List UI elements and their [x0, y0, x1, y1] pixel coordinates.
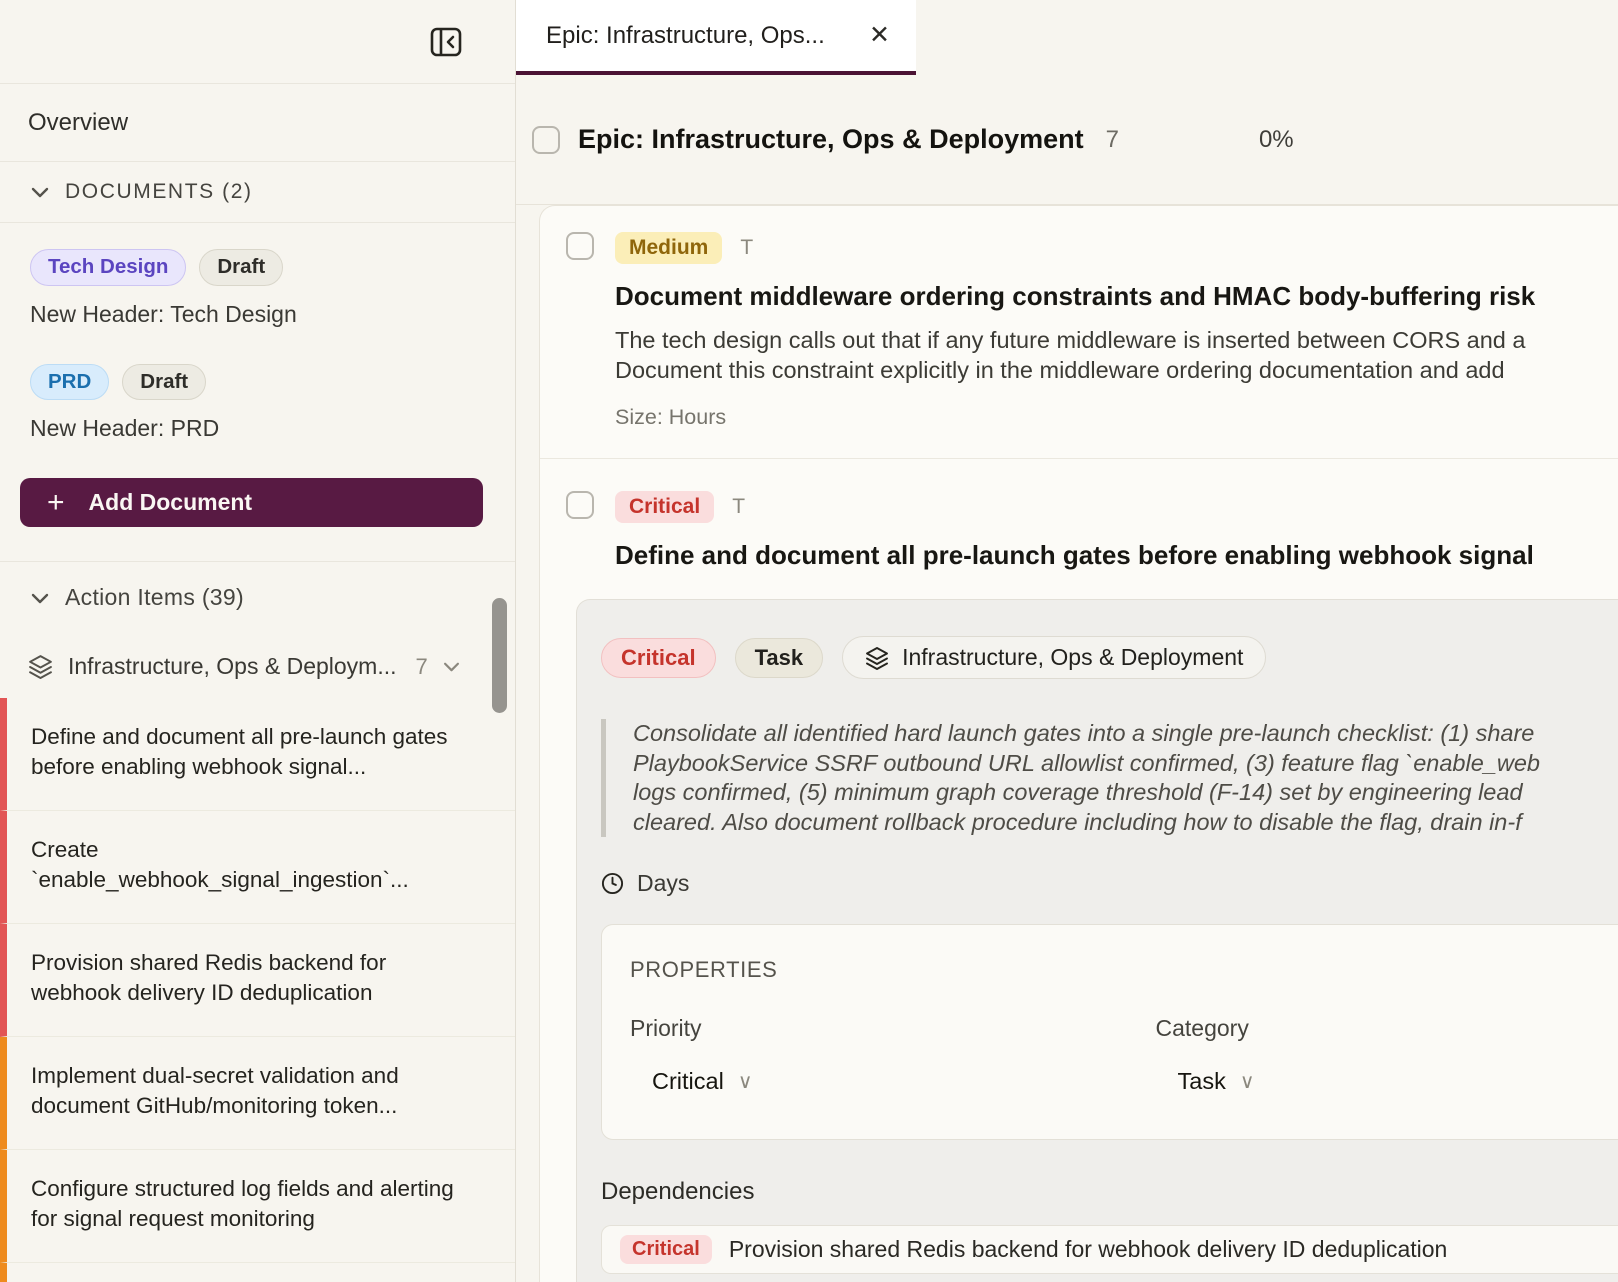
epic-progress: 0% [1259, 126, 1294, 154]
effort-value: Days [637, 870, 689, 897]
priority-pill[interactable]: Critical [601, 638, 716, 678]
effort-row: Days [601, 870, 1618, 897]
group-count: 7 [416, 654, 428, 680]
action-item-label: Define and document all pre-launch gates… [31, 724, 448, 779]
layers-icon [28, 654, 53, 679]
sidebar-scrollbar[interactable] [492, 598, 507, 713]
task-checkbox[interactable] [566, 232, 594, 260]
properties-box: PROPERTIES Priority Critical ∨ Category … [601, 924, 1618, 1140]
action-items-group-row[interactable]: Infrastructure, Ops & Deploym... 7 [0, 633, 515, 698]
doc-type-badge: Tech Design [30, 249, 186, 286]
document-item[interactable]: PRD Draft New Header: PRD [30, 364, 487, 443]
action-item[interactable]: Provision shared Redis backend for webho… [0, 924, 515, 1037]
task-type-abbr: T [732, 495, 745, 519]
task-detail-description: Consolidate all identified hard launch g… [601, 719, 1618, 837]
epic-header-row: Epic: Infrastructure, Ops & Deployment 7… [516, 75, 1618, 205]
task-type-abbr: T [740, 236, 753, 260]
action-item-label: Create `enable_webhook_signal_ingestion`… [31, 837, 409, 892]
action-item[interactable]: Define and document all pre-launch gates… [0, 698, 515, 811]
chevron-down-icon: ∨ [1240, 1069, 1255, 1094]
doc-type-badge: PRD [30, 364, 109, 401]
documents-header-label: DOCUMENTS (2) [65, 180, 253, 204]
epic-title: Epic: Infrastructure, Ops & Deployment [578, 124, 1084, 155]
documents-list: Tech Design Draft New Header: Tech Desig… [0, 223, 515, 442]
action-item[interactable]: Create `enable_webhook_signal_ingestion`… [0, 811, 515, 924]
task-size: Size: Hours [615, 405, 1618, 458]
action-item[interactable]: Configure structured log fields and aler… [0, 1150, 515, 1263]
priority-badge: Medium [615, 232, 722, 264]
priority-badge: Critical [615, 491, 714, 523]
action-item-label: Configure structured log fields and aler… [31, 1176, 454, 1231]
task-checkbox[interactable] [566, 491, 594, 519]
close-icon[interactable]: ✕ [869, 23, 890, 48]
dependencies-header: Dependencies [601, 1178, 1618, 1206]
add-document-button[interactable]: + Add Document [20, 478, 483, 527]
task-list-card: Medium T Document middleware ordering co… [539, 205, 1618, 1282]
priority-dropdown[interactable]: Critical ∨ [652, 1068, 1156, 1095]
plus-icon: + [47, 488, 65, 518]
clock-icon [601, 872, 624, 895]
chevron-down-icon [31, 592, 49, 604]
category-pill[interactable]: Task [735, 638, 824, 678]
sidebar-header [0, 0, 515, 84]
add-document-label: Add Document [89, 489, 253, 516]
category-label: Category [1156, 1015, 1618, 1042]
sidebar: Overview DOCUMENTS (2) Tech Design Draft… [0, 0, 516, 1282]
group-label: Infrastructure, Ops & Deploym... [68, 653, 397, 680]
group-pill-label: Infrastructure, Ops & Deployment [902, 644, 1243, 671]
task-title[interactable]: Document middleware ordering constraints… [615, 281, 1618, 312]
doc-status-badge: Draft [199, 249, 283, 286]
tab-bar: Epic: Infrastructure, Ops... ✕ [516, 0, 1618, 75]
layers-icon [865, 646, 889, 670]
dependency-priority-badge: Critical [620, 1235, 712, 1264]
priority-label: Priority [630, 1015, 1156, 1042]
sidebar-item-overview[interactable]: Overview [0, 84, 515, 162]
doc-status-badge: Draft [122, 364, 206, 401]
tab-epic-infrastructure[interactable]: Epic: Infrastructure, Ops... ✕ [516, 0, 916, 75]
task-detail-panel: Critical Task Infrastructure, Ops & Depl… [576, 599, 1618, 1282]
dependency-item[interactable]: Critical Provision shared Redis backend … [601, 1225, 1618, 1274]
action-item-label: Implement dual-secret validation and doc… [31, 1063, 399, 1118]
action-item[interactable]: Implement playbook execution audit log r… [0, 1263, 515, 1282]
task-row[interactable]: Medium T Document middleware ordering co… [540, 206, 1618, 458]
action-item-label: Provision shared Redis backend for webho… [31, 950, 386, 1005]
doc-title[interactable]: New Header: Tech Design [30, 301, 487, 328]
task-title[interactable]: Define and document all pre-launch gates… [615, 540, 1618, 571]
properties-header: PROPERTIES [630, 957, 1618, 983]
documents-section-header[interactable]: DOCUMENTS (2) [0, 162, 515, 223]
chevron-down-icon [31, 186, 49, 198]
chevron-down-icon: ∨ [738, 1069, 753, 1094]
action-items-header-label: Action Items (39) [65, 584, 244, 611]
action-items-list: Define and document all pre-launch gates… [0, 698, 515, 1282]
main-panel: Epic: Infrastructure, Ops... ✕ Epic: Inf… [516, 0, 1618, 1282]
collapse-sidebar-icon[interactable] [427, 23, 465, 61]
dependency-label: Provision shared Redis backend for webho… [729, 1236, 1448, 1263]
task-row[interactable]: Critical T Define and document all pre-l… [540, 459, 1618, 571]
action-items-section-header[interactable]: Action Items (39) [0, 561, 515, 633]
task-description: The tech design calls out that if any fu… [615, 325, 1618, 385]
epic-checkbox[interactable] [532, 126, 560, 154]
tab-title: Epic: Infrastructure, Ops... [546, 22, 847, 50]
chevron-down-icon[interactable] [443, 661, 460, 672]
category-dropdown[interactable]: Task ∨ [1178, 1068, 1618, 1095]
epic-count: 7 [1106, 126, 1119, 154]
document-item[interactable]: Tech Design Draft New Header: Tech Desig… [30, 249, 487, 328]
group-pill[interactable]: Infrastructure, Ops & Deployment [842, 636, 1266, 679]
doc-title[interactable]: New Header: PRD [30, 415, 487, 442]
overview-label: Overview [28, 109, 128, 137]
action-item[interactable]: Implement dual-secret validation and doc… [0, 1037, 515, 1150]
